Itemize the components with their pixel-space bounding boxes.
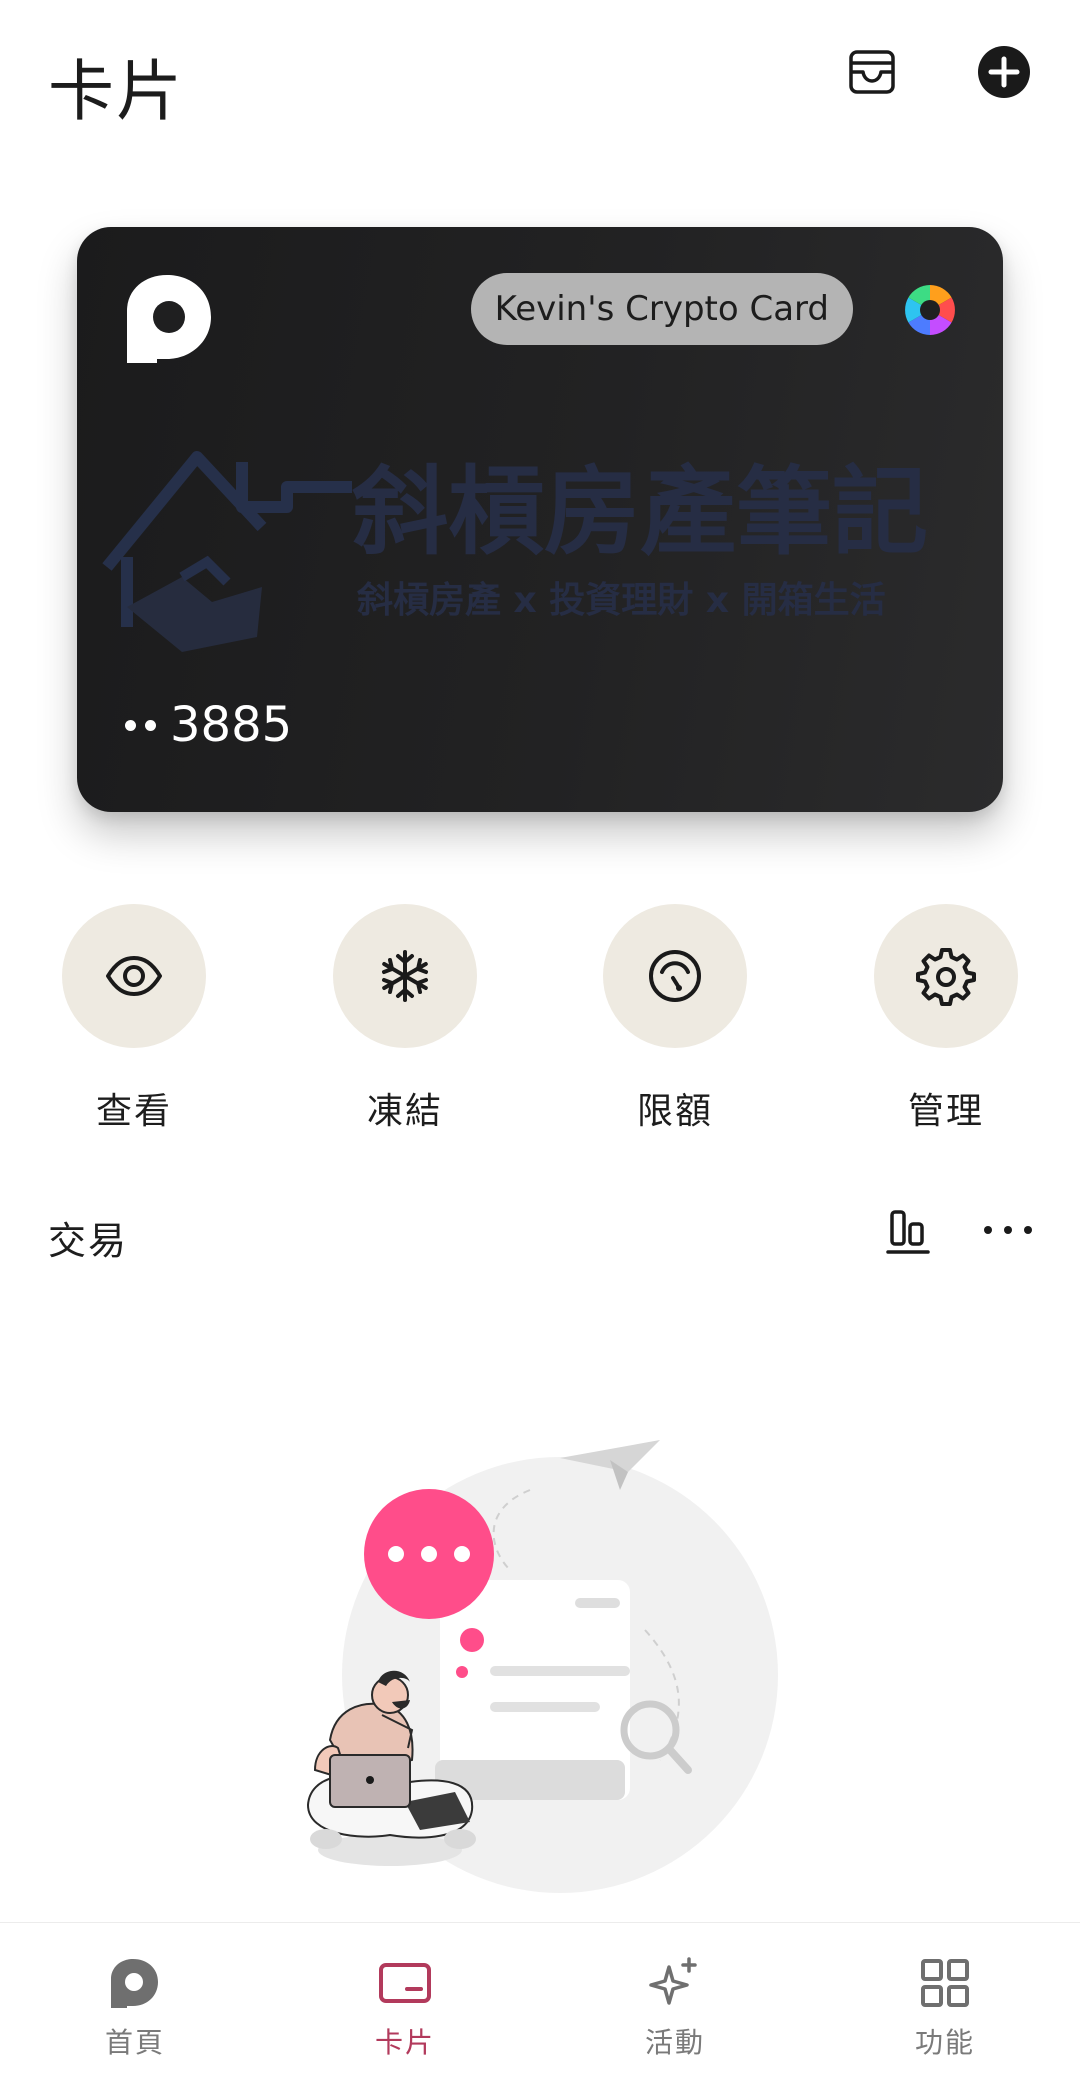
bar-chart-icon [886,1210,930,1254]
nav-cards-icon-wrap [375,1953,435,2013]
transactions-title: 交易 [48,1219,129,1263]
manage-button[interactable]: 管理 [846,904,1046,1134]
manage-button-circle[interactable] [874,904,1018,1048]
page-title: 卡片 [48,53,184,130]
eye-icon [106,956,162,996]
watermark-title: 斜槓房產筆記 [352,456,928,568]
crypto-card[interactable]: Kevin's Crypto Card 斜槓房產筆記 斜槓房產 x 投資理財 x… [77,227,1003,812]
freeze-button[interactable]: 凍結 [305,904,505,1134]
nav-activity[interactable]: 活動 [540,1923,810,2087]
transactions-more-button[interactable] [980,1204,1036,1256]
manage-label: 管理 [907,1091,984,1132]
nav-cards[interactable]: 卡片 [270,1923,540,2087]
card-icon [379,1963,431,2003]
nav-activity-label: 活動 [644,2026,705,2059]
wallet-button[interactable] [840,40,904,104]
p-logo-icon [127,275,211,363]
empty-state-illustration [306,1440,778,1893]
view-button[interactable]: 查看 [34,904,234,1134]
wallet-icon [849,50,895,94]
nav-features-label: 功能 [914,2026,975,2059]
nav-activity-icon-wrap [645,1953,705,2013]
nav-home[interactable]: 首頁 [0,1923,270,2087]
add-card-button[interactable] [972,40,1036,104]
snowflake-icon [382,950,428,1002]
grid-icon [921,1959,969,2007]
card-last4: 3885 [170,697,293,753]
card-number: 3885 [125,697,292,753]
limit-button[interactable]: 限額 [575,904,775,1134]
watermark-subtitle: 斜槓房產 x 投資理財 x 開箱生活 [357,580,886,621]
view-button-circle[interactable] [62,904,206,1048]
card-name-label[interactable]: Kevin's Crypto Card [470,273,853,345]
nav-cards-label: 卡片 [374,2026,435,2059]
more-horizontal-icon [984,1226,1032,1234]
p-logo-icon [111,1959,158,2008]
limit-label: 限額 [636,1091,713,1132]
bottom-nav: 首頁 卡片 活動 功能 [0,1922,1080,2087]
view-label: 查看 [95,1091,172,1132]
masked-dots [125,719,156,731]
sparkle-icon [649,1957,697,2005]
freeze-label: 凍結 [366,1091,443,1132]
nav-home-label: 首頁 [104,2026,165,2059]
nav-home-icon-wrap [105,1953,165,2013]
speedometer-icon [649,950,701,1002]
freeze-button-circle[interactable] [333,904,477,1048]
color-wheel-icon[interactable] [903,283,957,337]
nav-features-icon-wrap [915,1953,975,2013]
watermark-logo: 斜槓房產筆記 斜槓房產 x 投資理財 x 開箱生活 [102,451,928,652]
gear-icon [916,948,976,1006]
transactions-chart-button[interactable] [886,1204,938,1256]
plus-circle-icon [978,46,1030,98]
nav-features[interactable]: 功能 [810,1923,1080,2087]
limit-button-circle[interactable] [603,904,747,1048]
